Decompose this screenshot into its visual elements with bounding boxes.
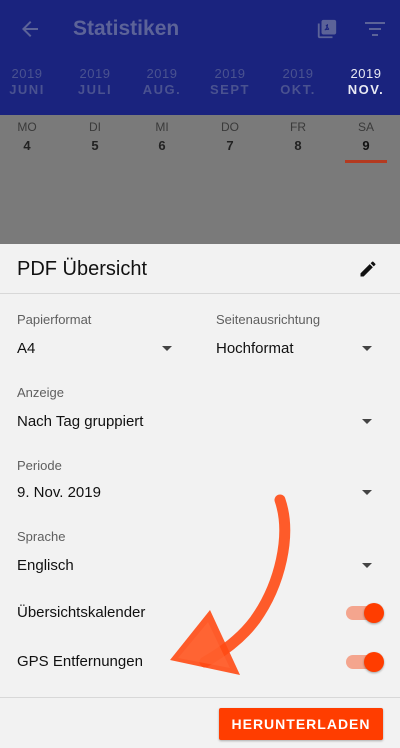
display-dropdown[interactable]: Nach Tag gruppiert: [17, 407, 377, 433]
day-tab[interactable]: MO 4: [0, 120, 57, 153]
sheet-header: PDF Übersicht: [0, 244, 400, 294]
display-label: Anzeige: [17, 385, 64, 400]
language-value: Englisch: [17, 557, 74, 574]
app-bar: Statistiken: [0, 0, 400, 58]
modal-scrim[interactable]: [0, 165, 400, 245]
arrow-left-icon[interactable]: [18, 17, 42, 41]
day-name: FR: [290, 120, 306, 134]
sheet-footer: HERUNTERLADEN: [0, 697, 400, 748]
month-tab-selected[interactable]: 2019 NOV.: [326, 66, 400, 97]
paper-format-label: Papierformat: [17, 312, 92, 327]
overview-calendar-label: Übersichtskalender: [17, 604, 146, 621]
month-year: 2019: [350, 66, 382, 81]
pencil-icon[interactable]: [358, 259, 378, 279]
gps-distances-toggle[interactable]: [346, 652, 384, 672]
toggle-knob: [364, 652, 384, 672]
day-tab[interactable]: DO 7: [200, 120, 260, 153]
day-date: 9: [362, 138, 370, 153]
month-name: NOV.: [347, 82, 385, 97]
day-tab-selected[interactable]: SA 9: [336, 120, 396, 153]
chevron-down-icon: [362, 563, 372, 568]
chevron-down-icon: [362, 490, 372, 495]
chevron-down-icon: [362, 346, 372, 351]
toggle-knob: [364, 603, 384, 623]
page-title: Statistiken: [73, 17, 180, 40]
period-value: 9. Nov. 2019: [17, 484, 101, 501]
day-name: DI: [89, 120, 101, 134]
gps-distances-label: GPS Entfernungen: [17, 653, 143, 670]
sheet-title: PDF Übersicht: [17, 258, 148, 280]
display-value: Nach Tag gruppiert: [17, 413, 144, 430]
day-name: DO: [221, 120, 239, 134]
day-date: 8: [294, 138, 302, 153]
day-selector: MO 4 DI 5 MI 6 DO 7 FR 8 SA 9: [0, 115, 400, 165]
day-name: MO: [17, 120, 37, 134]
day-tab[interactable]: MI 6: [132, 120, 192, 153]
download-button[interactable]: HERUNTERLADEN: [219, 708, 383, 740]
day-date: 4: [23, 138, 31, 153]
chevron-down-icon: [162, 346, 172, 351]
pdf-icon[interactable]: [316, 18, 338, 40]
period-label: Periode: [17, 458, 62, 473]
paper-format-value: A4: [17, 340, 36, 357]
language-label: Sprache: [17, 529, 66, 544]
day-date: 7: [226, 138, 234, 153]
orientation-dropdown[interactable]: Hochformat: [216, 334, 376, 360]
chevron-down-icon: [362, 419, 372, 424]
day-tab[interactable]: DI 5: [65, 120, 125, 153]
overview-calendar-toggle[interactable]: [346, 603, 384, 623]
day-date: 6: [158, 138, 166, 153]
day-tab[interactable]: FR 8: [268, 120, 328, 153]
month-selector: 2019 JUNI 2019 JULI 2019 AUG. 2019 SEPT …: [0, 58, 400, 115]
filter-icon[interactable]: [364, 19, 386, 39]
day-name: MI: [155, 120, 169, 134]
day-name: SA: [357, 120, 374, 134]
orientation-value: Hochformat: [216, 340, 294, 357]
selected-day-indicator: [345, 160, 387, 163]
orientation-label: Seitenausrichtung: [216, 312, 321, 327]
day-date: 5: [91, 138, 99, 153]
annotation-arrow-icon: [170, 494, 291, 675]
paper-format-dropdown[interactable]: A4: [17, 334, 177, 360]
